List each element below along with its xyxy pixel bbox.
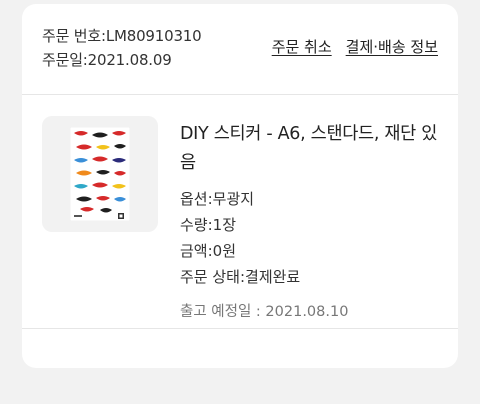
product-info: DIY 스티커 - A6, 스탠다드, 재단 있음 옵션:무광지 수량:1장 금… (180, 120, 450, 321)
product-options: 옵션:무광지 수량:1장 금액:0원 주문 상태:결제완료 (180, 186, 450, 290)
product-thumbnail[interactable] (42, 116, 158, 232)
option-paper: 옵션:무광지 (180, 190, 255, 208)
item-divider (22, 328, 458, 329)
order-status: 주문 상태:결제완료 (180, 268, 301, 286)
header-divider (22, 94, 458, 95)
order-card: 주문 번호:LM80910310 주문일:2021.08.09 주문 취소 결제·… (22, 4, 458, 368)
expected-ship-date: 출고 예정일 : 2021.08.10 (180, 304, 349, 320)
payment-shipping-info-link[interactable]: 결제·배송 정보 (346, 38, 438, 56)
option-quantity: 수량:1장 (180, 216, 236, 234)
order-header: 주문 번호:LM80910310 주문일:2021.08.09 주문 취소 결제·… (42, 24, 438, 76)
product-title[interactable]: DIY 스티커 - A6, 스탠다드, 재단 있음 (180, 120, 450, 178)
order-actions: 주문 취소 결제·배송 정보 (272, 36, 438, 57)
sticker-sheet-image (70, 127, 130, 221)
option-price: 금액:0원 (180, 242, 236, 260)
cancel-order-link[interactable]: 주문 취소 (272, 38, 332, 56)
